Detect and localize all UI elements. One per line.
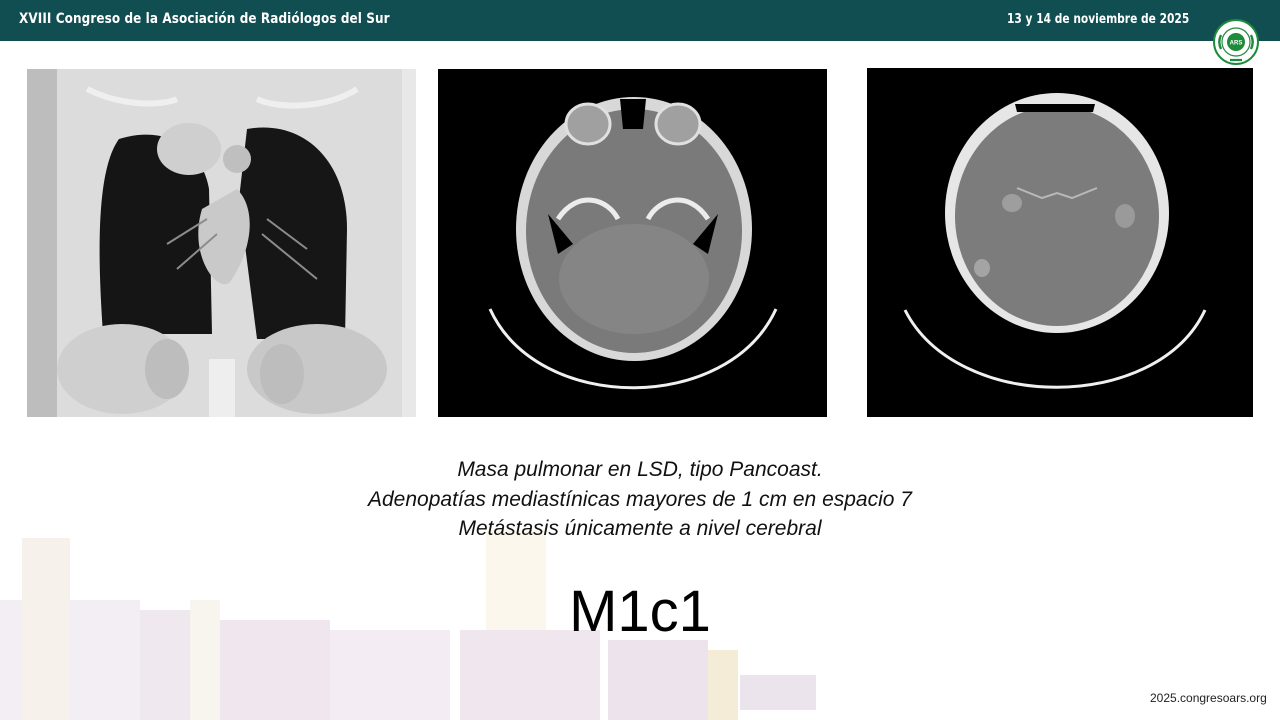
ct-axial-skull-base-image: [438, 69, 827, 417]
ct-coronal-chest-image: [27, 69, 416, 417]
ars-logo: ARS: [1213, 19, 1259, 65]
caption-line-2: Adenopatías mediastínicas mayores de 1 c…: [368, 487, 912, 511]
tnm-stage: M1c1: [569, 579, 711, 644]
ct-axial-brain-image: [867, 68, 1253, 417]
footer-url: 2025.congresoars.org: [1150, 691, 1267, 705]
caption-line-3: Metástasis únicamente a nivel cerebral: [458, 517, 822, 540]
findings-caption: Masa pulmonar en LSD, tipo Pancoast. Ade…: [240, 455, 1040, 544]
congress-date: 13 y 14 de noviembre de 2025: [1007, 12, 1190, 27]
congress-title: XVIII Congreso de la Asociación de Radió…: [19, 11, 390, 27]
svg-text:ARS: ARS: [1230, 41, 1243, 47]
slide-header: XVIII Congreso de la Asociación de Radió…: [0, 0, 1280, 41]
caption-line-1: Masa pulmonar en LSD, tipo Pancoast.: [457, 458, 823, 481]
